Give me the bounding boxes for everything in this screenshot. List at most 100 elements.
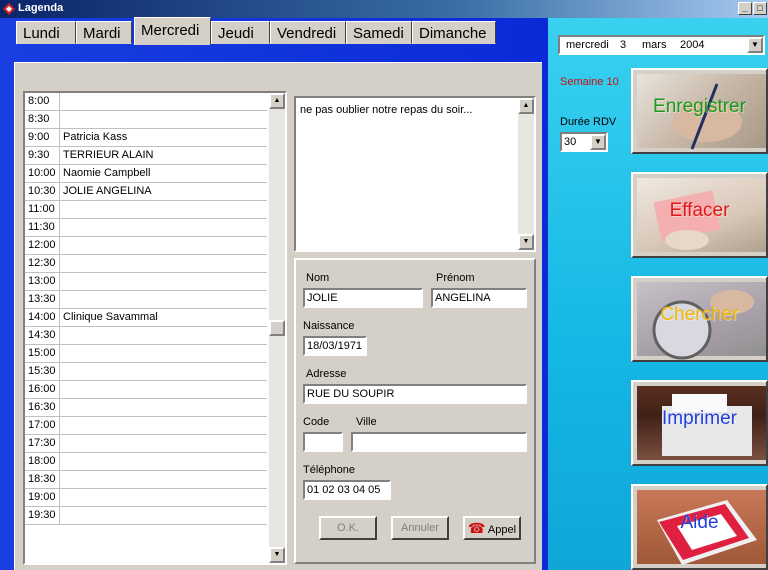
telephone-label: Téléphone — [303, 464, 355, 476]
tab-jeudi[interactable]: Jeudi — [211, 21, 270, 44]
schedule-row[interactable]: 10:00 Naomie Campbell — [25, 165, 267, 183]
ok-button[interactable]: O.K. — [319, 516, 377, 540]
notes-scroll-up-button[interactable]: ▲ — [518, 98, 534, 114]
schedule-row[interactable]: 8:30 — [25, 111, 267, 129]
notes-scrollbar[interactable]: ▲ ▼ — [518, 98, 534, 250]
tab-mardi[interactable]: Mardi — [76, 21, 132, 44]
notes-scroll-down-button[interactable]: ▼ — [518, 234, 534, 250]
schedule-row[interactable]: 18:00 — [25, 453, 267, 471]
schedule-time: 15:30 — [25, 363, 60, 381]
scroll-thumb[interactable] — [269, 320, 285, 336]
schedule-time: 19:00 — [25, 489, 60, 507]
schedule-time: 18:00 — [25, 453, 60, 471]
schedule-time: 18:30 — [25, 471, 60, 489]
adresse-label: Adresse — [306, 368, 347, 380]
date-year: 2004 — [680, 39, 705, 51]
annuler-button[interactable]: Annuler — [391, 516, 449, 540]
notes-text: ne pas oublier notre repas du soir... — [300, 104, 473, 116]
nom-field[interactable]: JOLIE — [303, 288, 423, 308]
enregistrer-button[interactable]: Enregistrer — [631, 68, 768, 154]
chercher-label: Chercher — [660, 304, 739, 325]
schedule-row[interactable]: 16:00 — [25, 381, 267, 399]
schedule-list[interactable]: 8:00 8:30 9:00 Patricia Kass 9:30 TERRIEUR AL… — [23, 91, 287, 565]
schedule-row[interactable]: 10:30 JOLIE ANGELINA — [25, 183, 267, 201]
date-month: mars — [642, 39, 667, 51]
schedule-time: 9:00 — [25, 129, 60, 147]
schedule-row[interactable]: 16:30 — [25, 399, 267, 417]
schedule-row[interactable]: 18:30 — [25, 471, 267, 489]
schedule-row[interactable]: 8:00 — [25, 93, 267, 111]
schedule-row[interactable]: 11:30 — [25, 219, 267, 237]
schedule-time: 14:30 — [25, 327, 60, 345]
schedule-time: 13:00 — [25, 273, 60, 291]
schedule-row[interactable]: 13:30 — [25, 291, 267, 309]
scroll-down-button[interactable]: ▼ — [269, 547, 285, 563]
schedule-time: 16:00 — [25, 381, 60, 399]
schedule-time: 9:30 — [25, 147, 60, 165]
schedule-row[interactable]: 9:30 TERRIEUR ALAIN — [25, 147, 267, 165]
schedule-scrollbar[interactable]: ▲ ▼ — [269, 93, 285, 563]
schedule-time: 16:30 — [25, 399, 60, 417]
telephone-icon: ☎ — [467, 520, 486, 536]
duree-select[interactable]: 30 ▼ — [560, 132, 608, 152]
duree-label: Durée RDV — [560, 116, 617, 128]
schedule-time: 11:00 — [25, 201, 60, 219]
ville-field[interactable] — [351, 432, 527, 452]
schedule-row[interactable]: 11:00 — [25, 201, 267, 219]
imprimer-button[interactable]: Imprimer — [631, 380, 768, 466]
date-select[interactable]: mercredi 3 mars 2004 ▼ — [558, 35, 765, 55]
duree-value: 30 — [564, 136, 577, 148]
telephone-field[interactable]: 01 02 03 04 05 — [303, 480, 391, 500]
date-dropdown-button[interactable]: ▼ — [747, 37, 763, 53]
schedule-row[interactable]: 12:30 — [25, 255, 267, 273]
schedule-time: 12:30 — [25, 255, 60, 273]
schedule-row[interactable]: 15:30 — [25, 363, 267, 381]
schedule-time: 17:30 — [25, 435, 60, 453]
adresse-field[interactable]: RUE DU SOUPIR — [303, 384, 527, 404]
schedule-row[interactable]: 13:00 — [25, 273, 267, 291]
schedule-time: 10:30 — [25, 183, 60, 201]
schedule-row[interactable]: 12:00 — [25, 237, 267, 255]
code-field[interactable] — [303, 432, 343, 452]
aide-button[interactable]: Aide — [631, 484, 768, 570]
schedule-row[interactable]: 19:30 — [25, 507, 267, 525]
tab-lundi[interactable]: Lundi — [16, 21, 76, 44]
ville-label: Ville — [356, 416, 377, 428]
notes-textarea[interactable]: ne pas oublier notre repas du soir... ▲ … — [294, 96, 536, 252]
tab-vendredi[interactable]: Vendredi — [270, 21, 346, 44]
effacer-label: Effacer — [669, 200, 730, 221]
semaine-label: Semaine 10 — [560, 76, 619, 88]
schedule-time: 12:00 — [25, 237, 60, 255]
schedule-row[interactable]: 14:30 — [25, 327, 267, 345]
schedule-row[interactable]: 19:00 — [25, 489, 267, 507]
duree-dropdown-button[interactable]: ▼ — [590, 134, 606, 150]
effacer-button[interactable]: Effacer — [631, 172, 768, 258]
patient-form: Nom Prénom JOLIE ANGELINA Naissance 18/0… — [294, 258, 536, 564]
schedule-row[interactable]: 9:00 Patricia Kass — [25, 129, 267, 147]
date-day: 3 — [620, 39, 627, 51]
schedule-row[interactable]: 14:00 Clinique Savammal — [25, 309, 267, 327]
minimize-button[interactable]: _ — [738, 2, 752, 15]
appel-button[interactable]: ☎ Appel — [463, 516, 521, 540]
schedule-time: 8:00 — [25, 93, 60, 111]
schedule-row[interactable]: 15:00 — [25, 345, 267, 363]
date-weekday: mercredi — [566, 39, 609, 51]
schedule-row[interactable]: 17:30 — [25, 435, 267, 453]
schedule-name: Naomie Campbell — [63, 167, 151, 179]
scroll-up-button[interactable]: ▲ — [269, 93, 285, 109]
chercher-button[interactable]: Chercher — [631, 276, 768, 362]
tab-dimanche[interactable]: Dimanche — [412, 21, 496, 44]
schedule-name: TERRIEUR ALAIN — [63, 149, 154, 161]
tab-samedi[interactable]: Samedi — [346, 21, 412, 44]
prenom-field[interactable]: ANGELINA — [431, 288, 527, 308]
tab-mercredi[interactable]: Mercredi — [134, 17, 211, 45]
schedule-name: Patricia Kass — [63, 131, 128, 143]
schedule-time: 13:30 — [25, 291, 60, 309]
naissance-field[interactable]: 18/03/1971 — [303, 336, 367, 356]
prenom-label: Prénom — [436, 272, 475, 284]
schedule-time: 10:00 — [25, 165, 60, 183]
schedule-row[interactable]: 17:00 — [25, 417, 267, 435]
maximize-button[interactable]: □ — [753, 2, 767, 15]
schedule-time: 8:30 — [25, 111, 60, 129]
enregistrer-label: Enregistrer — [653, 96, 746, 117]
